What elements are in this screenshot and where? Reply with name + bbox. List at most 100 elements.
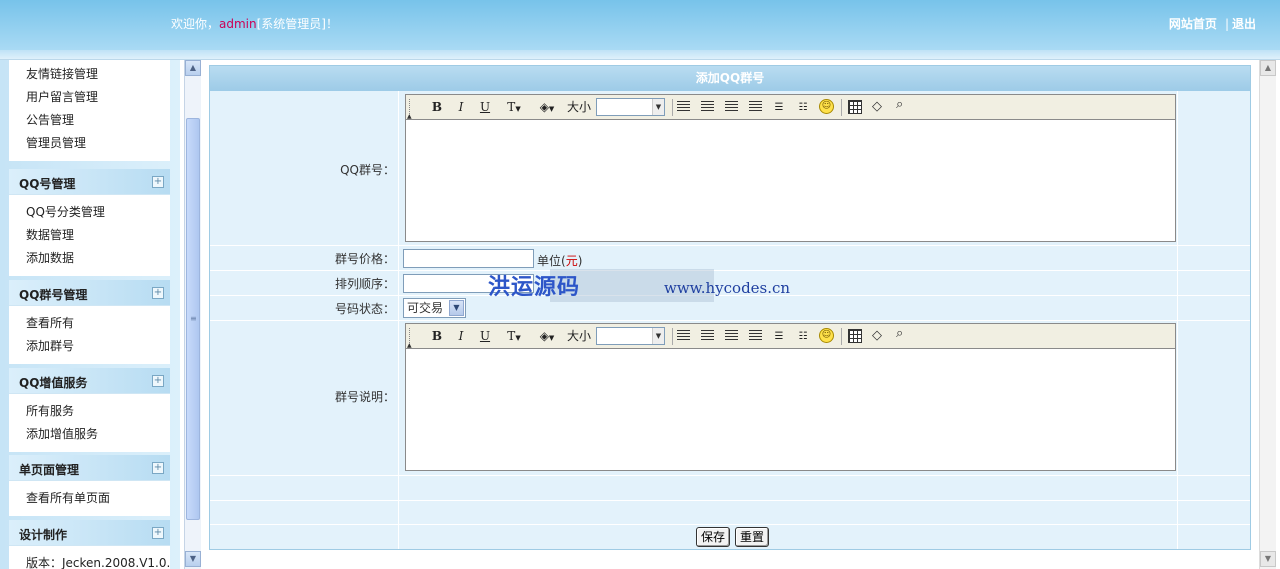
sidebar-item-all-pages[interactable]: 查看所有单页面: [26, 487, 170, 510]
chevron-down-icon[interactable]: ▼: [449, 300, 464, 316]
reset-button[interactable]: 重置: [735, 527, 770, 547]
username: admin: [219, 17, 257, 31]
qq-group-label: QQ群号：: [340, 163, 395, 177]
font-size-label: 大小: [566, 329, 591, 343]
table-icon[interactable]: [848, 100, 862, 114]
home-link[interactable]: 网站首页: [1169, 17, 1217, 31]
table-icon[interactable]: [848, 329, 862, 343]
price-label: 群号价格：: [334, 252, 395, 266]
sidebar-group-qq-group: QQ群号管理 + 查看所有 添加群号: [9, 280, 170, 364]
justify-icon[interactable]: [749, 101, 762, 113]
sidebar-group-title: QQ群号管理: [19, 288, 88, 302]
bold-icon[interactable]: B: [430, 328, 444, 345]
font-size-select[interactable]: ▼: [596, 98, 665, 116]
underline-icon[interactable]: U: [478, 328, 492, 345]
sidebar-group-header[interactable]: QQ号管理 +: [9, 169, 170, 195]
font-size-select[interactable]: ▼: [596, 327, 665, 345]
italic-icon[interactable]: I: [454, 99, 468, 116]
sidebar-group-title: 单页面管理: [19, 463, 80, 477]
scroll-down-icon[interactable]: ▼: [185, 551, 201, 567]
sidebar-item-links[interactable]: 友情链接管理: [26, 63, 170, 86]
page-scrollbar[interactable]: ▲ ▼: [1259, 60, 1276, 569]
grip-icon: ≡: [190, 314, 197, 323]
sidebar-item-qq-category[interactable]: QQ号分类管理: [26, 201, 170, 224]
italic-icon[interactable]: I: [454, 328, 468, 345]
watermark-text: 洪运源码: [488, 274, 581, 300]
sidebar-item-add-data[interactable]: 添加数据: [26, 247, 170, 270]
expand-icon[interactable]: +: [152, 375, 164, 387]
eraser-icon[interactable]: ◇: [872, 100, 882, 113]
text-color-icon[interactable]: T▼: [502, 328, 526, 345]
toolbar-collapse-icon[interactable]: ▲: [407, 113, 412, 120]
expand-icon[interactable]: +: [152, 287, 164, 299]
top-header: 欢迎你，admin[系统管理员]！ 网站首页 | 退出: [0, 0, 1280, 50]
row-divider: [210, 524, 1250, 525]
emoticon-icon[interactable]: ☺: [819, 328, 834, 343]
expand-icon[interactable]: +: [152, 176, 164, 188]
status-select[interactable]: 可交易 ▼: [403, 298, 466, 318]
header-links: 网站首页 | 退出: [1169, 15, 1256, 32]
underline-icon[interactable]: U: [478, 99, 492, 116]
sidebar-group-header[interactable]: QQ增值服务 +: [9, 368, 170, 394]
background-color-icon[interactable]: ◈▼: [534, 99, 560, 116]
unordered-list-icon[interactable]: ☷: [795, 328, 811, 345]
scroll-down-icon[interactable]: ▼: [1260, 551, 1276, 567]
text-color-icon[interactable]: T▼: [502, 99, 526, 116]
unordered-list-icon[interactable]: ☷: [795, 99, 811, 116]
sidebar-item-messages[interactable]: 用户留言管理: [26, 86, 170, 109]
sidebar-group-header[interactable]: 设计制作 +: [9, 520, 170, 546]
qq-group-editor: ▲ B I U T▼ ◈▼ 大小 ▼ ☰ ☷ ☺ ◇ ⌕: [405, 94, 1176, 242]
eraser-icon[interactable]: ◇: [872, 329, 882, 342]
chevron-down-icon[interactable]: ▼: [652, 99, 664, 115]
sidebar-scrollbar[interactable]: ▲ ≡ ▼: [184, 60, 201, 569]
sidebar-group-title: QQ号管理: [19, 177, 76, 191]
sidebar-item-admins[interactable]: 管理员管理: [26, 132, 170, 155]
ordered-list-icon[interactable]: ☰: [771, 328, 787, 345]
price-unit: 单位(元): [537, 252, 582, 269]
scroll-up-icon[interactable]: ▲: [1260, 60, 1276, 76]
align-center-icon[interactable]: [701, 330, 714, 342]
background-color-icon[interactable]: ◈▼: [534, 328, 560, 345]
unit-suffix: ): [577, 254, 583, 268]
header-strip: [0, 50, 1280, 60]
welcome-message: 欢迎你，admin[系统管理员]！: [171, 15, 338, 32]
sidebar-item-notices[interactable]: 公告管理: [26, 109, 170, 132]
watermark-url: www.hycodes.cn: [664, 279, 791, 297]
chevron-down-icon[interactable]: ▼: [652, 328, 664, 344]
save-button[interactable]: 保存: [696, 527, 731, 547]
emoticon-icon[interactable]: ☺: [819, 99, 834, 114]
scrollbar-thumb[interactable]: ≡: [186, 118, 200, 520]
order-label: 排列顺序：: [334, 277, 395, 291]
preview-icon[interactable]: ⌕: [896, 327, 903, 340]
ordered-list-icon[interactable]: ☰: [771, 99, 787, 116]
scroll-up-icon[interactable]: ▲: [185, 60, 201, 76]
qq-group-textarea[interactable]: [406, 120, 1175, 241]
toolbar-separator: [672, 328, 673, 345]
description-textarea[interactable]: [406, 349, 1175, 470]
align-right-icon[interactable]: [725, 330, 738, 342]
price-input[interactable]: [403, 249, 534, 268]
align-center-icon[interactable]: [701, 101, 714, 113]
sidebar-item-add-group[interactable]: 添加群号: [26, 335, 170, 358]
sidebar-item-view-all[interactable]: 查看所有: [26, 312, 170, 335]
toolbar-collapse-icon[interactable]: ▲: [407, 342, 412, 349]
bold-icon[interactable]: B: [430, 99, 444, 116]
justify-icon[interactable]: [749, 330, 762, 342]
align-left-icon[interactable]: [677, 330, 690, 342]
font-size-label: 大小: [566, 100, 591, 114]
align-left-icon[interactable]: [677, 101, 690, 113]
align-right-icon[interactable]: [725, 101, 738, 113]
sidebar-item-all-services[interactable]: 所有服务: [26, 400, 170, 423]
sidebar-group-header[interactable]: 单页面管理 +: [9, 455, 170, 481]
sidebar-item-data[interactable]: 数据管理: [26, 224, 170, 247]
sidebar-group-header[interactable]: QQ群号管理 +: [9, 280, 170, 306]
form-title: 添加QQ群号: [210, 66, 1250, 91]
link-separator: |: [1224, 17, 1229, 31]
status-selected: 可交易: [407, 301, 444, 315]
expand-icon[interactable]: +: [152, 527, 164, 539]
expand-icon[interactable]: +: [152, 462, 164, 474]
sidebar-item-add-service[interactable]: 添加增值服务: [26, 423, 170, 446]
preview-icon[interactable]: ⌕: [896, 98, 903, 111]
toolbar-separator: [672, 99, 673, 116]
logout-link[interactable]: 退出: [1232, 17, 1256, 31]
